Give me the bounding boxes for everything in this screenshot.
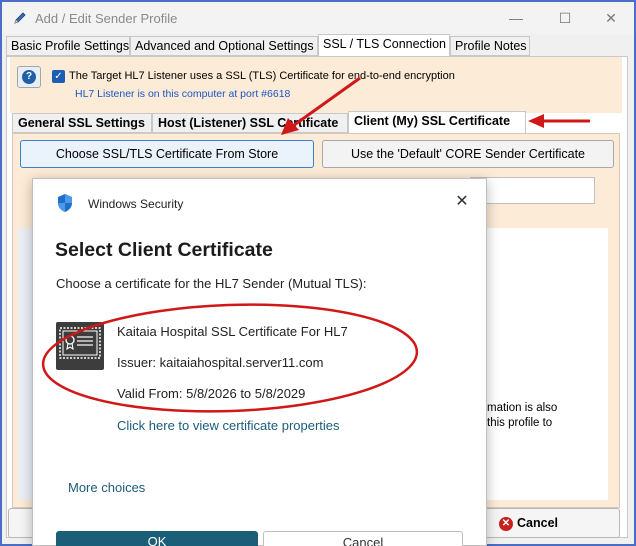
- dialog-ok-button[interactable]: OK: [56, 531, 258, 546]
- tab-profile-notes[interactable]: Profile Notes: [450, 36, 530, 56]
- certificate-name[interactable]: Kaitaia Hospital SSL Certificate For HL7: [117, 324, 348, 339]
- maximize-button[interactable]: ☐: [555, 8, 575, 28]
- cancel-button[interactable]: ✕ Cancel: [470, 508, 620, 538]
- windows-security-dialog: Windows Security ✕ Select Client Certifi…: [32, 178, 487, 546]
- info-text-line-1: mation is also: [487, 402, 558, 414]
- info-text-line-2: this profile to: [487, 417, 553, 429]
- ssl-enabled-label: The Target HL7 Listener uses a SSL (TLS)…: [69, 70, 455, 82]
- cancel-label: Cancel: [517, 516, 558, 530]
- help-button[interactable]: ?: [17, 66, 41, 88]
- pencil-icon: [14, 12, 26, 24]
- tab-ssl-tls-connection[interactable]: SSL / TLS Connection: [318, 34, 450, 57]
- close-window-button[interactable]: ✕: [601, 8, 621, 28]
- choose-certificate-button[interactable]: Choose SSL/TLS Certificate From Store: [20, 140, 314, 168]
- minimize-button[interactable]: —: [506, 8, 526, 28]
- ssl-enabled-checkbox[interactable]: ✓: [52, 70, 65, 83]
- listener-port-note: HL7 Listener is on this computer at port…: [75, 88, 291, 100]
- ssl-header-strip: [10, 57, 622, 113]
- tab-host-listener-certificate[interactable]: Host (Listener) SSL Certificate: [152, 113, 348, 133]
- notes-area: [470, 228, 608, 500]
- cancel-icon: ✕: [499, 517, 513, 531]
- tab-basic-profile-settings[interactable]: Basic Profile Settings: [6, 36, 130, 56]
- tab-advanced-settings[interactable]: Advanced and Optional Settings: [130, 36, 318, 56]
- ok-button-partial[interactable]: [8, 508, 34, 538]
- dialog-close-button[interactable]: ✕: [453, 193, 471, 211]
- window-title: Add / Edit Sender Profile: [35, 11, 178, 26]
- certificate-field[interactable]: [470, 177, 595, 204]
- more-choices-link[interactable]: More choices: [68, 480, 145, 495]
- dialog-heading: Select Client Certificate: [55, 239, 273, 261]
- dialog-app-label: Windows Security: [88, 197, 184, 211]
- use-default-certificate-button[interactable]: Use the 'Default' CORE Sender Certificat…: [322, 140, 614, 168]
- shield-icon: [58, 194, 72, 212]
- certificate-validity: Valid From: 5/8/2026 to 5/8/2029: [117, 386, 306, 401]
- dialog-cancel-button[interactable]: Cancel: [263, 531, 463, 546]
- view-certificate-properties-link[interactable]: Click here to view certificate propertie…: [117, 418, 340, 433]
- certificate-icon[interactable]: [56, 322, 104, 370]
- title-bar: Add / Edit Sender Profile — ☐ ✕: [2, 2, 634, 34]
- tab-general-ssl-settings[interactable]: General SSL Settings: [12, 113, 152, 133]
- certificate-issuer: Issuer: kaitaiahospital.server11.com: [117, 355, 324, 370]
- dialog-description: Choose a certificate for the HL7 Sender …: [56, 276, 367, 291]
- question-icon: ?: [22, 70, 36, 84]
- tab-client-my-certificate[interactable]: Client (My) SSL Certificate: [348, 111, 526, 133]
